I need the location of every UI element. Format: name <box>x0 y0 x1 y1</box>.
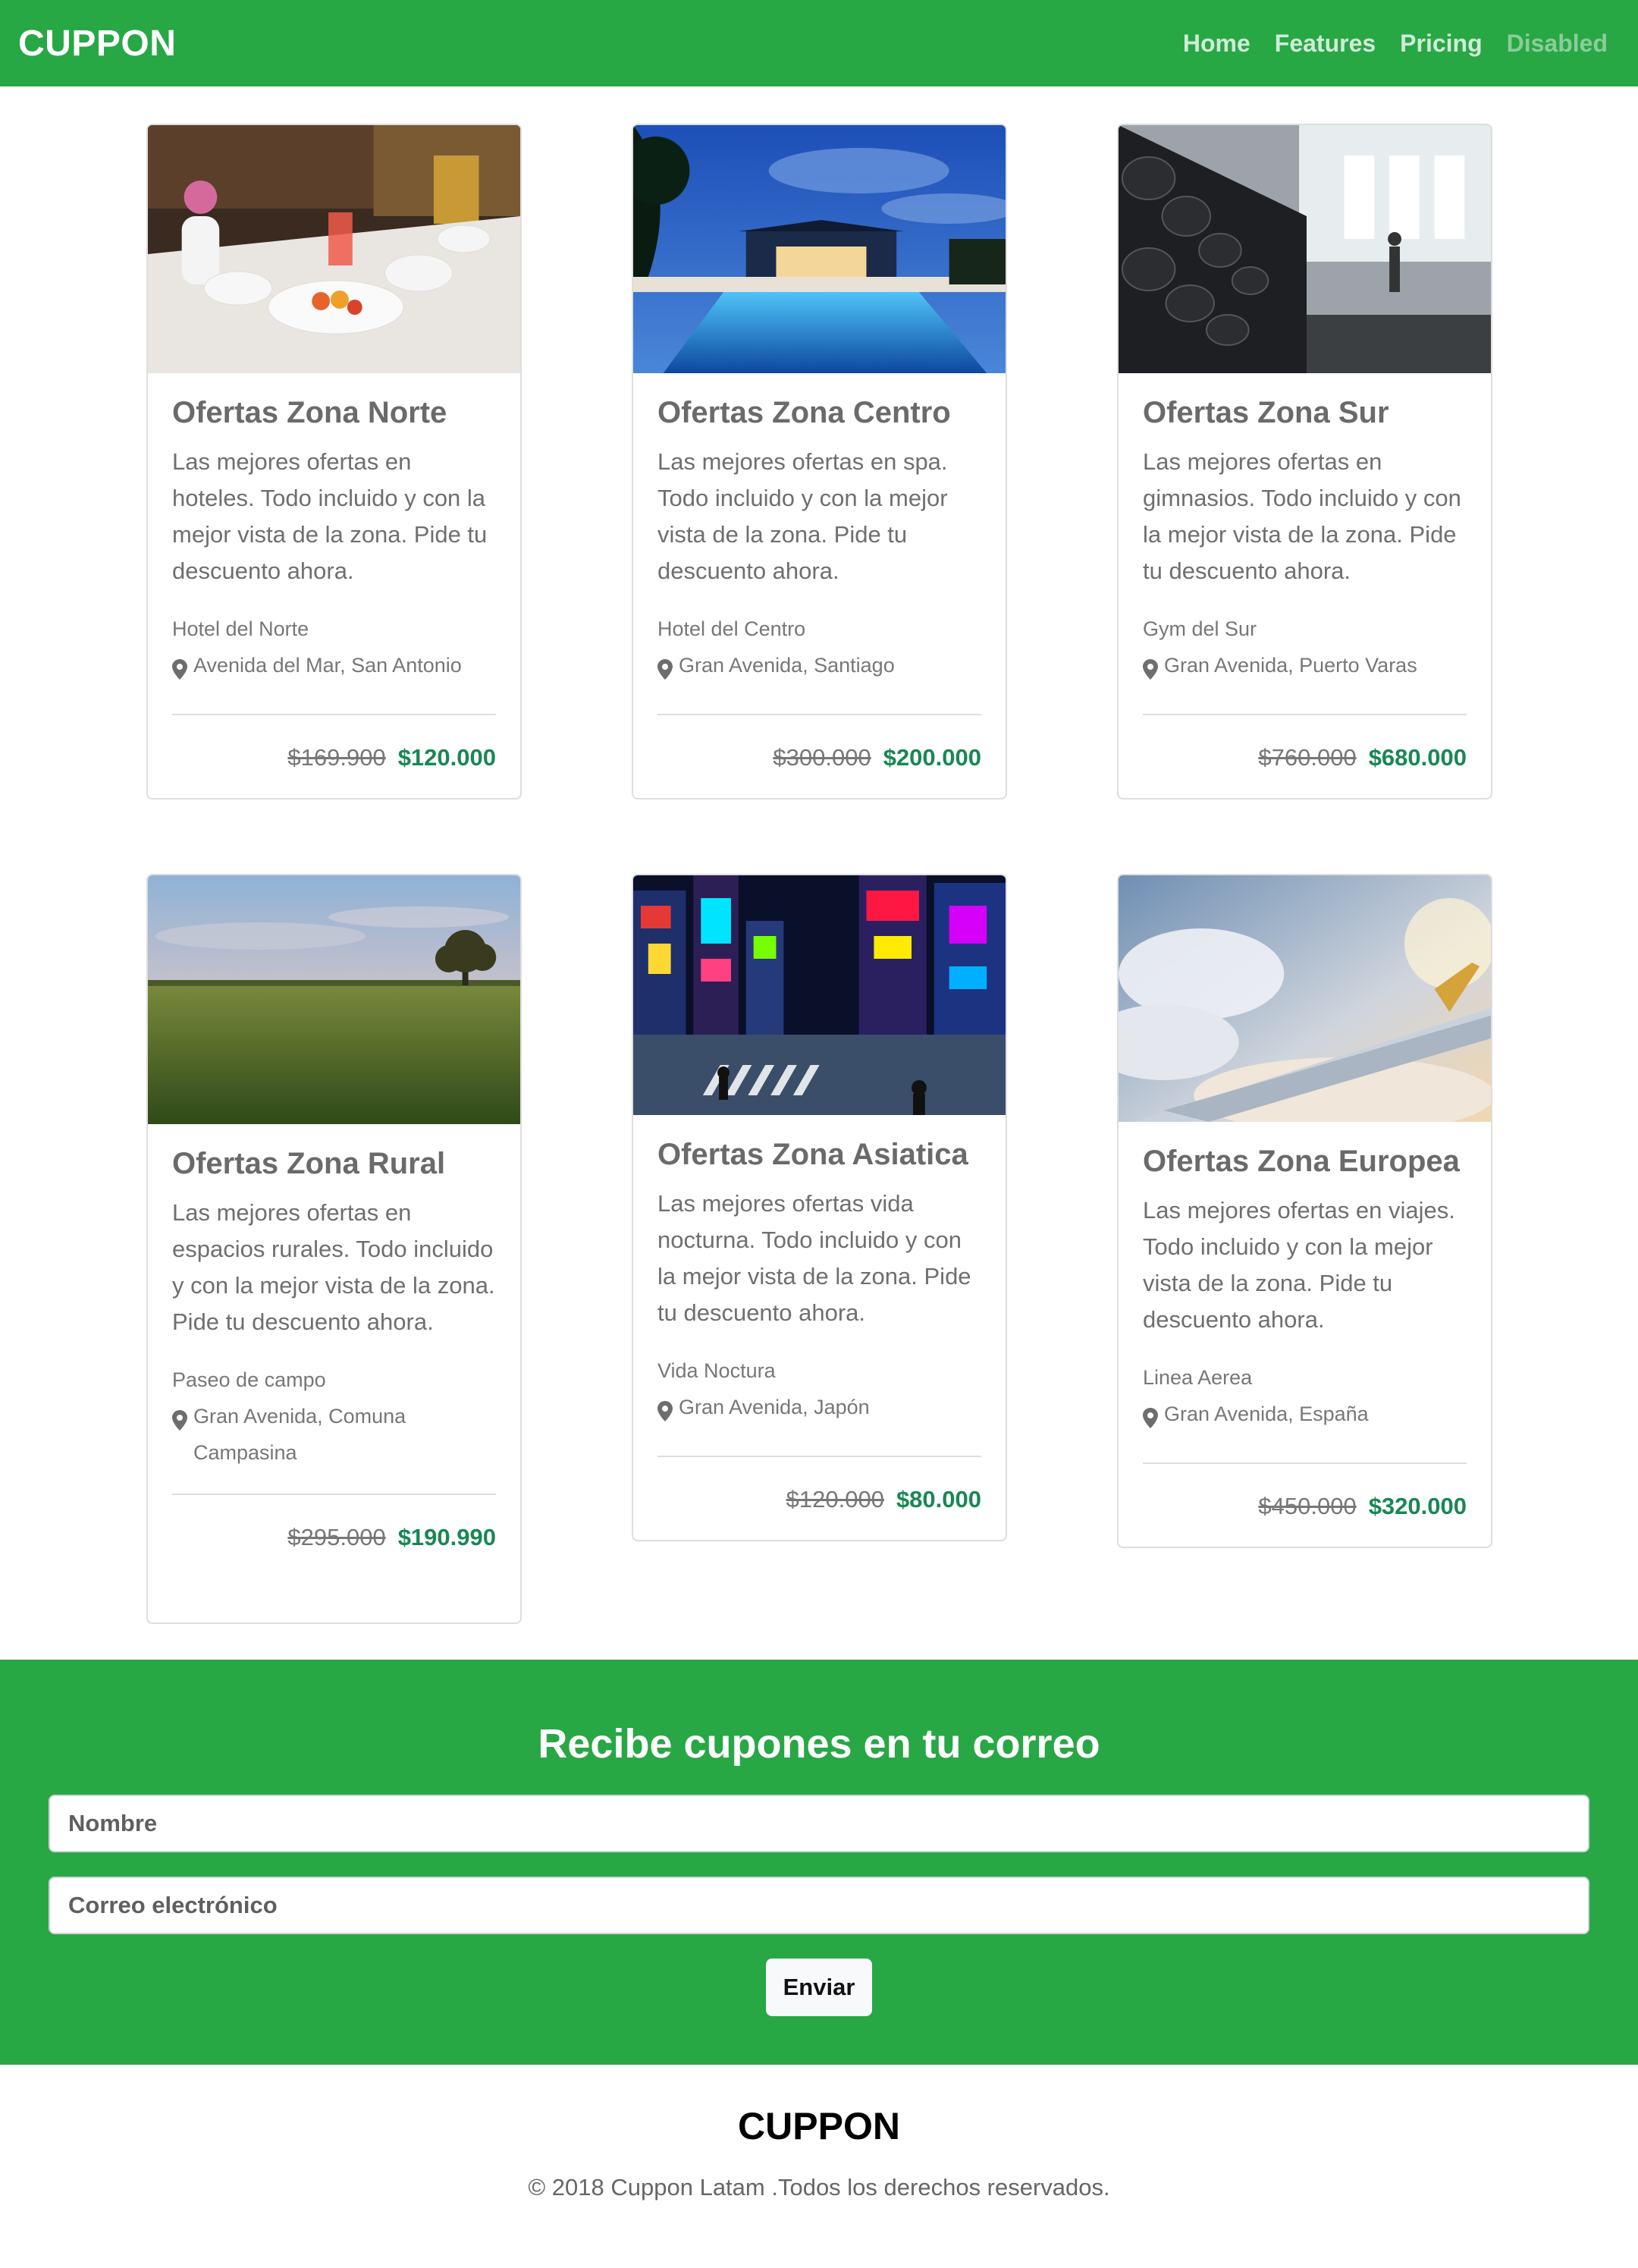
card-venue: Hotel del Norte <box>172 617 309 640</box>
brand-logo[interactable]: CUPPON <box>18 23 176 64</box>
card-description: Las mejores ofertas en viajes. Todo incl… <box>1143 1197 1455 1333</box>
card-body: Ofertas Zona Europea Las mejores ofertas… <box>1119 1122 1491 1440</box>
submit-button[interactable]: Enviar <box>766 1959 872 2016</box>
old-price: $295.000 <box>287 1524 386 1550</box>
card-title: Ofertas Zona Rural <box>172 1147 446 1180</box>
old-price: $450.000 <box>1258 1493 1357 1519</box>
card-image-field <box>148 875 520 1124</box>
card-body: Ofertas Zona Centro Las mejores ofertas … <box>633 373 1006 691</box>
old-price: $169.900 <box>287 744 386 771</box>
nav-link-features[interactable]: Features <box>1275 30 1376 58</box>
offer-card-asiatica: Ofertas Zona Asiatica Las mejores oferta… <box>632 874 1007 1541</box>
card-body: Ofertas Zona Rural Las mejores ofertas e… <box>148 1124 520 1471</box>
old-price: $300.000 <box>773 744 871 771</box>
subscribe-title: Recibe cupones en tu correo <box>538 1721 1100 1767</box>
card-description: Las mejores ofertas en hoteles. Todo inc… <box>172 448 488 584</box>
offer-card-rural: Ofertas Zona Rural Las mejores ofertas e… <box>146 874 522 1624</box>
card-location: Avenida del Mar, San Antonio <box>172 647 496 691</box>
card-price-row: $169.900 $120.000 <box>172 714 496 798</box>
card-location: Gran Avenida, Japón <box>657 1389 981 1433</box>
map-marker-icon <box>1143 647 1159 691</box>
card-location: Gran Avenida, Santiago <box>657 647 981 691</box>
subscribe-section: Recibe cupones en tu correo Enviar <box>0 1660 1638 2065</box>
card-description: Las mejores ofertas en espacios rurales.… <box>172 1199 495 1335</box>
nav-link-home[interactable]: Home <box>1183 30 1250 58</box>
offer-card-sur: Ofertas Zona Sur Las mejores ofertas en … <box>1117 124 1492 799</box>
card-image-gym <box>1119 125 1491 373</box>
card-location-text: Gran Avenida, Santiago <box>679 654 895 677</box>
card-image-city-night <box>633 875 1006 1115</box>
offer-card-norte: Ofertas Zona Norte Las mejores ofertas e… <box>146 124 522 799</box>
footer-brand: CUPPON <box>738 2105 900 2147</box>
map-marker-icon <box>657 647 674 691</box>
map-marker-icon <box>657 1389 674 1433</box>
card-price-row: $450.000 $320.000 <box>1143 1462 1467 1547</box>
card-location-text: Gran Avenida, Puerto Varas <box>1164 654 1417 677</box>
new-price: $120.000 <box>397 744 496 771</box>
footer-copyright: © 2018 Cuppon Latam .Todos los derechos … <box>528 2174 1110 2200</box>
nav-link-disabled: Disabled <box>1506 29 1608 57</box>
name-input[interactable] <box>49 1795 1589 1852</box>
card-description: Las mejores ofertas en spa. Todo incluid… <box>657 448 948 584</box>
new-price: $680.000 <box>1368 744 1467 771</box>
card-location-text: Gran Avenida, Japón <box>679 1396 870 1418</box>
map-marker-icon <box>172 1398 189 1471</box>
card-venue: Hotel del Centro <box>657 617 806 640</box>
card-location: Gran Avenida, España <box>1143 1396 1467 1440</box>
card-price-row: $760.000 $680.000 <box>1143 714 1467 798</box>
new-price: $80.000 <box>896 1486 981 1513</box>
card-venue: Linea Aerea <box>1143 1366 1253 1389</box>
offer-card-centro: Ofertas Zona Centro Las mejores ofertas … <box>632 124 1007 799</box>
card-venue: Gym del Sur <box>1143 617 1257 640</box>
nav-links: Home Features Pricing Disabled <box>1183 30 1608 58</box>
card-description: Las mejores ofertas vida nocturna. Todo … <box>657 1190 971 1326</box>
email-input[interactable] <box>49 1877 1589 1934</box>
card-venue: Vida Noctura <box>657 1359 776 1382</box>
card-title: Ofertas Zona Europea <box>1143 1145 1460 1178</box>
card-price-row: $120.000 $80.000 <box>657 1456 981 1540</box>
card-title: Ofertas Zona Asiatica <box>657 1138 968 1171</box>
old-price: $760.000 <box>1258 744 1357 771</box>
card-body: Ofertas Zona Sur Las mejores ofertas en … <box>1119 373 1491 691</box>
new-price: $190.990 <box>397 1524 496 1550</box>
navbar: CUPPON Home Features Pricing Disabled <box>0 0 1638 86</box>
card-price-row: $295.000 $190.990 <box>172 1494 496 1580</box>
offer-card-europea: Ofertas Zona Europea Las mejores ofertas… <box>1117 874 1492 1548</box>
card-body: Ofertas Zona Asiatica Las mejores oferta… <box>633 1115 1006 1433</box>
card-location: Gran Avenida, Comuna Campasina <box>172 1398 496 1471</box>
card-title: Ofertas Zona Centro <box>657 396 951 429</box>
card-image-airplane <box>1119 875 1491 1122</box>
old-price: $120.000 <box>786 1486 884 1513</box>
card-title: Ofertas Zona Norte <box>172 396 447 429</box>
card-title: Ofertas Zona Sur <box>1143 396 1389 429</box>
card-body: Ofertas Zona Norte Las mejores ofertas e… <box>148 373 520 691</box>
card-location-text: Avenida del Mar, San Antonio <box>193 654 462 677</box>
nav-link-pricing[interactable]: Pricing <box>1400 30 1482 58</box>
card-description: Las mejores ofertas en gimnasios. Todo i… <box>1143 448 1461 584</box>
card-price-row: $300.000 $200.000 <box>657 714 981 798</box>
card-location-text: Gran Avenida, Comuna Campasina <box>193 1405 406 1464</box>
card-location: Gran Avenida, Puerto Varas <box>1143 647 1467 691</box>
map-marker-icon <box>172 647 189 691</box>
map-marker-icon <box>1143 1396 1159 1440</box>
card-image-breakfast <box>148 125 520 373</box>
new-price: $200.000 <box>883 744 981 771</box>
card-location-text: Gran Avenida, España <box>1164 1403 1369 1425</box>
card-image-pool <box>633 125 1006 373</box>
new-price: $320.000 <box>1368 1493 1467 1519</box>
card-venue: Paseo de campo <box>172 1368 326 1391</box>
